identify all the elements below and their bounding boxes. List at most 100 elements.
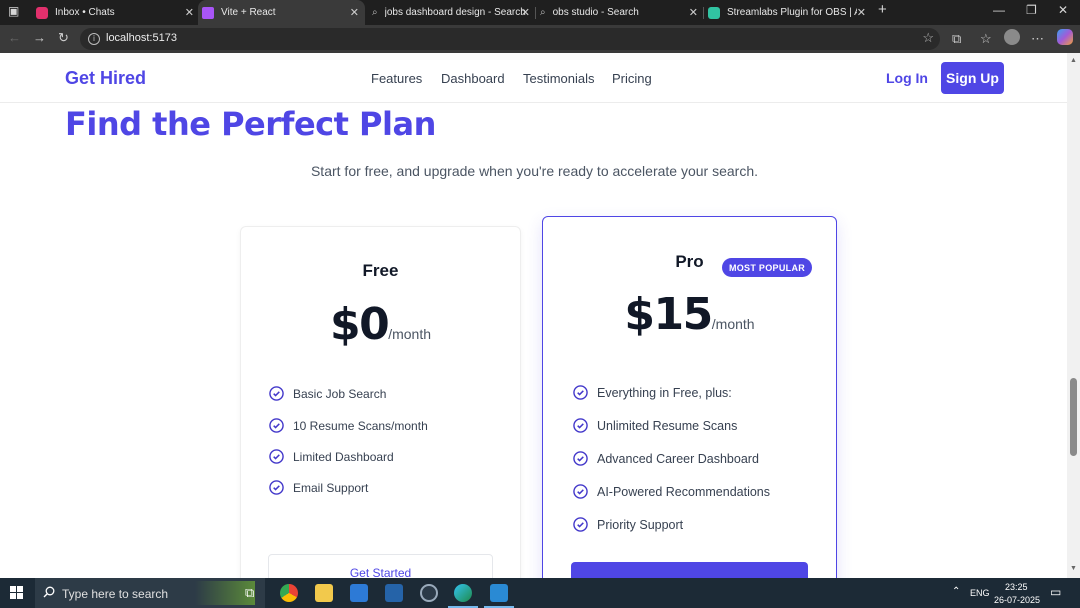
tab-title: jobs dashboard design - Search [384,7,526,18]
profile-avatar[interactable] [1004,29,1020,45]
check-circle-icon [573,385,588,400]
scrollbar-thumb[interactable] [1070,378,1077,456]
browser-tab-vite[interactable]: Vite + React ✕ [198,0,365,25]
chrome-icon[interactable] [280,584,298,602]
plan-price-row: $15/month [543,289,836,340]
task-view-icon[interactable]: ⧉ [245,585,263,603]
notifications-icon[interactable]: ▭ [1050,585,1061,599]
check-circle-icon [573,451,588,466]
browser-tab-obs-search[interactable]: ⌕ obs studio - Search ✕ [540,0,698,25]
minimize-icon[interactable]: — [993,3,1005,17]
obs-icon[interactable] [420,584,438,602]
instagram-icon [36,6,48,19]
new-tab-icon[interactable]: + [878,1,887,18]
pricing-heading: Find the Perfect Plan [65,105,436,143]
site-logo[interactable]: Get Hired [65,68,146,89]
clock-time[interactable]: 23:25 [1005,582,1028,592]
feature-item: Basic Job Search [269,386,386,401]
feature-text: 10 Resume Scans/month [293,418,428,433]
plan-price-row: $0/month [241,299,520,350]
feature-text: Advanced Career Dashboard [597,451,759,466]
feature-text: Limited Dashboard [293,449,394,464]
tab-strip: ▣ Inbox • Chats ✕ Vite + React ✕ ⌕ jobs … [0,0,1080,25]
nav-link-dashboard[interactable]: Dashboard [441,71,505,86]
feature-text: Email Support [293,480,369,495]
file-explorer-icon[interactable] [315,584,333,602]
close-tab-icon[interactable]: ✕ [185,6,194,19]
url-text[interactable]: localhost:5173 [106,32,177,44]
feature-item: Everything in Free, plus: [573,385,732,400]
show-hidden-icons-icon[interactable]: ⌃ [952,586,960,597]
close-tab-icon[interactable]: ✕ [521,6,530,19]
maximize-icon[interactable]: ❐ [1026,3,1037,17]
feature-item: AI-Powered Recommendations [573,484,770,499]
page-scrollbar[interactable]: ▲ ▼ [1067,53,1080,578]
search-icon: ⌕ [540,7,546,18]
signup-button[interactable]: Sign Up [941,62,1004,94]
check-circle-icon [269,418,284,433]
copilot-icon[interactable] [1057,29,1073,45]
feature-item: Unlimited Resume Scans [573,418,737,433]
check-circle-icon [269,386,284,401]
most-popular-badge: MOST POPULAR [722,258,812,277]
tab-title: Streamlabs Plugin for OBS | Add Li [727,7,857,18]
close-tab-icon[interactable]: ✕ [857,6,866,19]
tab-divider [535,7,536,19]
windows-start-icon[interactable] [10,586,23,599]
extensions-icon[interactable]: ⧉ [952,31,961,47]
window-close-icon[interactable]: ✕ [1058,3,1068,17]
nav-link-features[interactable]: Features [371,71,422,86]
favorites-icon[interactable]: ☆ [980,31,992,47]
pro-plan-button[interactable] [571,562,808,578]
feature-text: AI-Powered Recommendations [597,484,770,499]
check-circle-icon [269,480,284,495]
plan-card-free: Free $0/month Basic Job Search 10 Resume… [240,226,521,578]
browser-tab-jobs-search[interactable]: ⌕ jobs dashboard design - Search ✕ [372,0,530,25]
app-icon[interactable] [385,584,403,602]
windows-taskbar: Type here to search ⧉ ⌃ ENG 23:25 26-07-… [0,578,1080,608]
clock-date[interactable]: 26-07-2025 [994,595,1040,605]
scroll-up-icon[interactable]: ▲ [1070,57,1077,64]
tab-actions-icon[interactable]: ▣ [8,4,19,18]
back-icon[interactable]: ← [8,30,21,45]
edge-icon[interactable] [454,584,472,602]
feature-text: Everything in Free, plus: [597,385,732,400]
feature-text: Unlimited Resume Scans [597,418,738,433]
nav-link-pricing[interactable]: Pricing [612,71,652,86]
search-icon [43,586,55,598]
feature-item: Priority Support [573,517,683,532]
login-link[interactable]: Log In [886,70,928,86]
check-circle-icon [573,418,588,433]
browser-tab-instagram[interactable]: Inbox • Chats ✕ [36,0,194,25]
taskbar-search-box[interactable]: Type here to search [35,578,265,608]
plan-period: /month [388,326,432,342]
scroll-down-icon[interactable]: ▼ [1070,565,1077,572]
forward-icon[interactable]: → [33,30,46,45]
plan-price: $0 [329,299,390,350]
feature-text: Basic Job Search [293,386,387,401]
check-circle-icon [269,449,284,464]
browser-tab-streamlabs[interactable]: Streamlabs Plugin for OBS | Add Li ✕ [708,0,866,25]
vite-icon [202,6,214,19]
feature-item: 10 Resume Scans/month [269,418,428,433]
get-started-button[interactable]: Get Started [268,554,493,578]
more-options-icon[interactable]: ⋯ [1031,31,1044,47]
refresh-icon[interactable]: ↻ [58,30,69,46]
tab-title: Inbox • Chats [55,7,115,18]
search-placeholder[interactable]: Type here to search [62,587,168,601]
check-circle-icon [573,517,588,532]
favorite-star-icon[interactable]: ☆ [922,30,934,46]
store-icon[interactable] [350,584,368,602]
check-circle-icon [573,484,588,499]
site-info-icon[interactable]: i [88,33,100,45]
address-bar[interactable]: i localhost:5173 ☆ [80,28,940,50]
vscode-icon[interactable] [490,584,508,602]
plan-price: $15 [624,289,713,340]
search-icon: ⌕ [372,7,378,18]
language-indicator[interactable]: ENG [970,588,990,598]
page-viewport: Get Hired Features Dashboard Testimonial… [0,53,1067,578]
nav-link-testimonials[interactable]: Testimonials [523,71,595,86]
feature-item: Advanced Career Dashboard [573,451,759,466]
close-tab-icon[interactable]: ✕ [689,6,698,19]
close-tab-icon[interactable]: ✕ [350,6,359,19]
